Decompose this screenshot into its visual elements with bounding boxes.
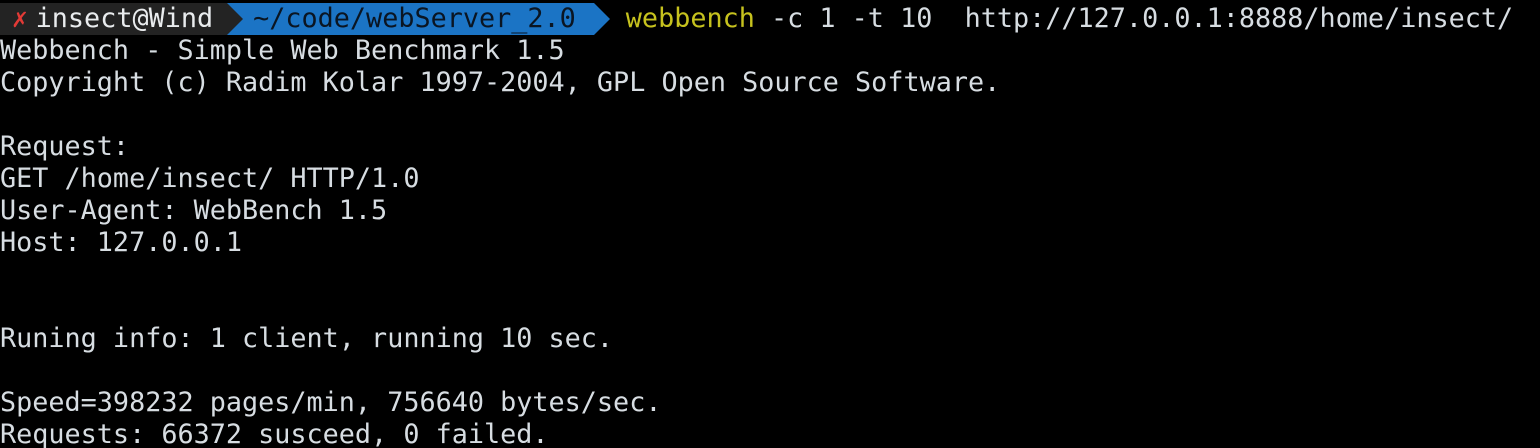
output-line: Copyright (c) Radim Kolar 1997-2004, GPL… [0, 67, 1001, 98]
output-line: User-Agent: WebBench 1.5 [0, 195, 388, 226]
output-line: Speed=398232 pages/min, 756640 bytes/sec… [0, 387, 662, 418]
error-x-icon: ✗ [12, 4, 28, 34]
output-line: Host: 127.0.0.1 [0, 227, 242, 258]
output-line: Requests: 66372 susceed, 0 failed. [0, 419, 549, 448]
output-line: GET /home/insect/ HTTP/1.0 [0, 163, 420, 194]
output-line: Webbench - Simple Web Benchmark 1.5 [0, 35, 565, 66]
terminal-window[interactable]: ✗ insect@Wind ~/code/webServer_2.0 webbe… [0, 0, 1540, 448]
output-line: Runing info: 1 client, running 10 sec. [0, 323, 614, 354]
command-name: webbench [625, 3, 755, 34]
prompt-user-segment: ✗ insect@Wind [0, 3, 244, 35]
output-line: Request: [0, 131, 130, 162]
prompt-cwd: ~/code/webServer_2.0 [253, 3, 576, 34]
prompt-user-host: insect@Wind [35, 3, 214, 34]
command-args: -c 1 -t 10 http://127.0.0.1:8888/home/in… [754, 3, 1514, 34]
command-line[interactable]: webbench -c 1 -t 10 http://127.0.0.1:888… [594, 3, 1513, 35]
prompt-cwd-segment: ~/code/webServer_2.0 [227, 3, 610, 35]
shell-prompt: ✗ insect@Wind ~/code/webServer_2.0 webbe… [0, 3, 1513, 35]
